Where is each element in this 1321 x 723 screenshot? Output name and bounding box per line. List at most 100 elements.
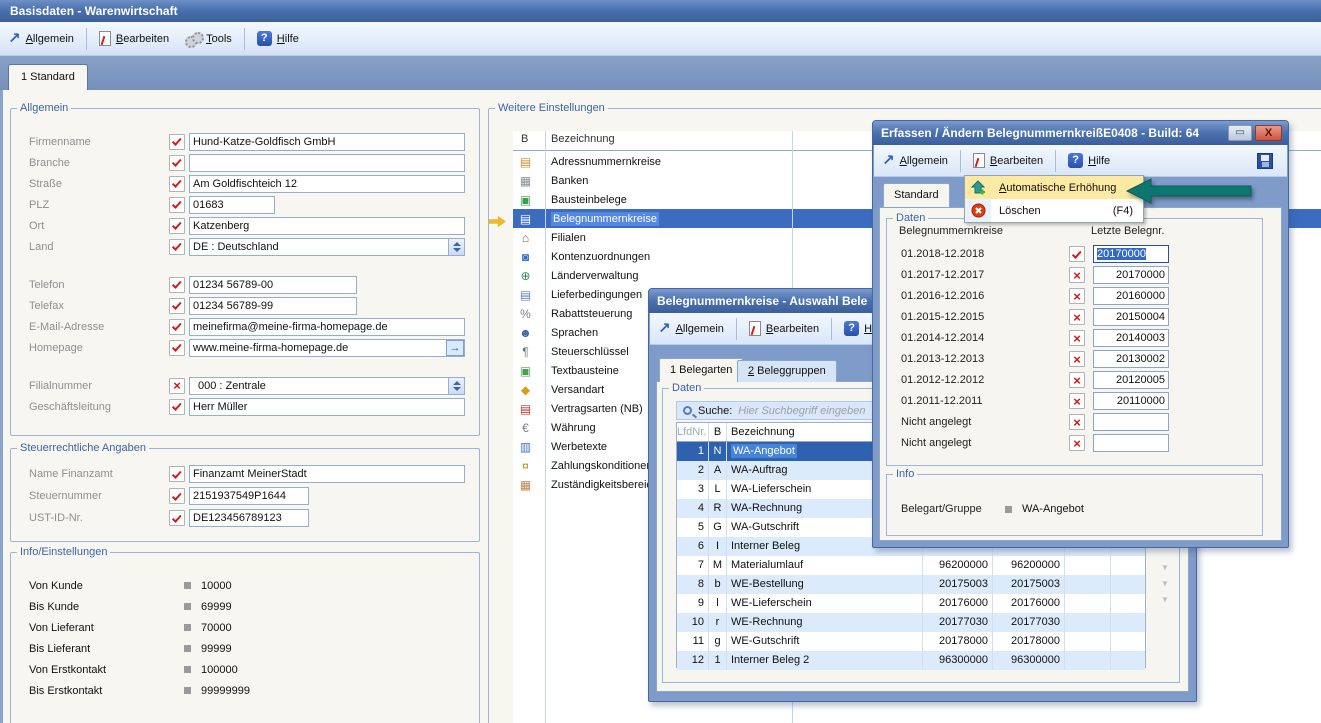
allgemein-menu-button[interactable]: ↗ Allgemein bbox=[874, 148, 956, 174]
bearbeiten-menu-button[interactable]: Bearbeiten bbox=[741, 316, 827, 342]
group-info-edit: Info Belegart/Gruppe WA-Angebot bbox=[886, 474, 1263, 536]
field-enabled-check-icon[interactable] bbox=[169, 510, 185, 526]
telefon-input[interactable]: 01234 56789-00 bbox=[189, 276, 357, 294]
allgemein-menu-button[interactable]: ↗ Allgemein bbox=[0, 26, 82, 52]
group-daten-edit-legend: Daten bbox=[893, 212, 928, 225]
table-row[interactable]: 8b WE-Bestellung 2017500320175003 bbox=[677, 575, 1145, 594]
countries-globe-icon: ⊕ bbox=[518, 269, 533, 283]
auto-increase-disabled-icon[interactable] bbox=[1069, 414, 1085, 430]
field-enabled-check-icon[interactable] bbox=[169, 197, 185, 213]
ort-input[interactable]: Katzenberg bbox=[189, 217, 465, 235]
field-enabled-check-icon[interactable] bbox=[169, 298, 185, 314]
auto-increase-disabled-icon[interactable] bbox=[1069, 309, 1085, 325]
auto-increase-disabled-icon[interactable] bbox=[1069, 372, 1085, 388]
letzte-belegnr-input[interactable]: 20170000 bbox=[1093, 266, 1169, 284]
annotation-arrow-icon bbox=[1125, 176, 1253, 206]
field-enabled-check-icon[interactable] bbox=[169, 176, 185, 192]
auto-increase-disabled-icon[interactable] bbox=[1069, 267, 1085, 283]
letzte-belegnr-input[interactable]: 20160000 bbox=[1093, 287, 1169, 305]
von-lieferant-value: 70000 bbox=[201, 622, 232, 634]
bullet-icon bbox=[184, 666, 191, 673]
tab-standard-edit[interactable]: Standard bbox=[883, 183, 950, 207]
tab-beleggruppen[interactable]: 2 Beleggruppen bbox=[737, 360, 837, 382]
bullet-icon bbox=[184, 624, 191, 631]
field-enabled-check-icon[interactable] bbox=[169, 277, 185, 293]
homepage-input[interactable]: www.meine-firma-homepage.de → bbox=[189, 339, 465, 357]
number-range-row: 01.2015-12.2015 20150004 bbox=[901, 308, 1252, 326]
hilfe-menu-button[interactable]: ? Hilfe bbox=[249, 26, 307, 52]
firmenname-input[interactable]: Hund-Katze-Goldfisch GmbH bbox=[189, 133, 465, 151]
strasse-input[interactable]: Am Goldfischteich 12 bbox=[189, 175, 465, 193]
titlebar: Basisdaten - Warenwirtschaft bbox=[0, 0, 1321, 22]
letzte-belegnr-input[interactable]: 20110000 bbox=[1093, 392, 1169, 410]
land-select[interactable]: DE : Deutschland bbox=[189, 238, 465, 256]
steuernummer-input[interactable]: 2151937549P1644 bbox=[189, 487, 309, 505]
branche-input[interactable] bbox=[189, 154, 465, 172]
letzte-belegnr-input[interactable]: 20120005 bbox=[1093, 371, 1169, 389]
geschaeftsleitung-input[interactable]: Herr Müller bbox=[189, 398, 465, 416]
tools-menu-button[interactable]: Tools bbox=[177, 26, 240, 52]
bearbeiten-menu-button[interactable]: Bearbeiten bbox=[91, 26, 177, 52]
field-enabled-check-icon[interactable] bbox=[169, 134, 185, 150]
scroll-down-icon[interactable]: ▼ bbox=[1161, 563, 1169, 572]
search-input[interactable]: Hier Suchbegriff eingeben bbox=[738, 405, 865, 417]
table-row[interactable]: 121 Interner Beleg 2 9630000096300000 bbox=[677, 651, 1145, 670]
table-row[interactable]: 10r WE-Rechnung 2017703020177030 bbox=[677, 613, 1145, 632]
telefax-input[interactable]: 01234 56789-99 bbox=[189, 297, 357, 315]
field-enabled-check-icon[interactable] bbox=[169, 399, 185, 415]
letzte-belegnr-input[interactable] bbox=[1093, 413, 1169, 431]
letzte-belegnr-input[interactable]: 20140003 bbox=[1093, 329, 1169, 347]
ustid-input[interactable]: DE123456789123 bbox=[189, 509, 309, 527]
table-row[interactable]: 11g WE-Gutschrift 2017800020178000 bbox=[677, 632, 1145, 651]
scroll-end-icon[interactable]: ▼ bbox=[1161, 595, 1169, 604]
text-blocks-icon: ▣ bbox=[518, 364, 533, 378]
field-enabled-check-icon[interactable] bbox=[169, 488, 185, 504]
number-range-row: 01.2013-12.2013 20130002 bbox=[901, 350, 1252, 368]
auto-increase-disabled-icon[interactable] bbox=[1069, 435, 1085, 451]
plz-input[interactable]: 01683 bbox=[189, 196, 275, 214]
letzte-belegnr-input[interactable]: 20150004 bbox=[1093, 308, 1169, 326]
auto-increase-disabled-icon[interactable] bbox=[1069, 288, 1085, 304]
maximize-button[interactable]: ▭ bbox=[1228, 125, 1252, 141]
account-assignments-icon: ◙ bbox=[518, 250, 533, 264]
table-row[interactable]: 7M Materialumlauf 9620000096200000 bbox=[677, 556, 1145, 575]
letzte-belegnr-input[interactable]: 20130002 bbox=[1093, 350, 1169, 368]
arrow-up-right-icon: ↗ bbox=[658, 322, 671, 336]
field-enabled-check-icon[interactable] bbox=[169, 239, 185, 255]
table-row[interactable]: 9l WE-Lieferschein 2017600020176000 bbox=[677, 594, 1145, 613]
tab-standard[interactable]: 1 Standard bbox=[8, 64, 88, 90]
field-enabled-check-icon[interactable] bbox=[169, 466, 185, 482]
close-button[interactable]: X bbox=[1255, 125, 1282, 141]
field-enabled-check-icon[interactable] bbox=[169, 319, 185, 335]
field-enabled-check-icon[interactable] bbox=[169, 218, 185, 234]
bullet-icon bbox=[184, 582, 191, 589]
menu-item-loeschen[interactable]: Löschen (F4) bbox=[965, 199, 1143, 222]
filialnummer-select[interactable]: 000 : Zentrale bbox=[189, 377, 465, 395]
field-geschaeftsleitung: Geschäftsleitung Herr Müller bbox=[29, 396, 465, 417]
auto-increase-disabled-icon[interactable] bbox=[1069, 393, 1085, 409]
field-enabled-check-icon[interactable] bbox=[169, 340, 185, 356]
open-homepage-button[interactable]: → bbox=[446, 340, 464, 356]
auto-increase-disabled-icon[interactable] bbox=[1069, 351, 1085, 367]
allgemein-menu-button[interactable]: ↗ Allgemein bbox=[650, 316, 732, 342]
letzte-belegnr-input[interactable]: 20170000 bbox=[1093, 245, 1169, 263]
bearbeiten-menu-button[interactable]: Bearbeiten bbox=[965, 148, 1051, 174]
auto-increase-enabled-icon[interactable] bbox=[1069, 246, 1085, 262]
number-range-row: 01.2017-12.2017 20170000 bbox=[901, 266, 1252, 284]
land-spinner[interactable] bbox=[448, 239, 464, 255]
email-input[interactable]: meinefirma@meine-firma-homepage.de bbox=[189, 318, 465, 336]
edit-window-panel: Daten Belegnummernkreise Letzte Belegnr.… bbox=[879, 207, 1282, 541]
group-info-einstellungen: Info/Einstellungen Von Kunde 10000 Bis K… bbox=[10, 552, 480, 723]
menu-item-automatische-erhoehung[interactable]: Automatische Erhöhung bbox=[965, 176, 1143, 199]
finanzamt-input[interactable]: Finanzamt MeinerStadt bbox=[189, 465, 465, 483]
hilfe-menu-button[interactable]: ? Hilfe bbox=[1060, 148, 1118, 174]
save-icon[interactable] bbox=[1257, 153, 1273, 169]
filialnummer-spinner[interactable] bbox=[448, 378, 464, 394]
field-homepage: Homepage www.meine-firma-homepage.de → bbox=[29, 337, 465, 358]
tab-belegarten[interactable]: 1 Belegarten bbox=[659, 358, 743, 382]
field-enabled-check-icon[interactable] bbox=[169, 155, 185, 171]
auto-increase-disabled-icon[interactable] bbox=[1069, 330, 1085, 346]
field-disabled-x-icon[interactable] bbox=[169, 378, 185, 394]
scroll-down-page-icon[interactable]: ▼ bbox=[1161, 579, 1169, 588]
letzte-belegnr-input[interactable] bbox=[1093, 434, 1169, 452]
